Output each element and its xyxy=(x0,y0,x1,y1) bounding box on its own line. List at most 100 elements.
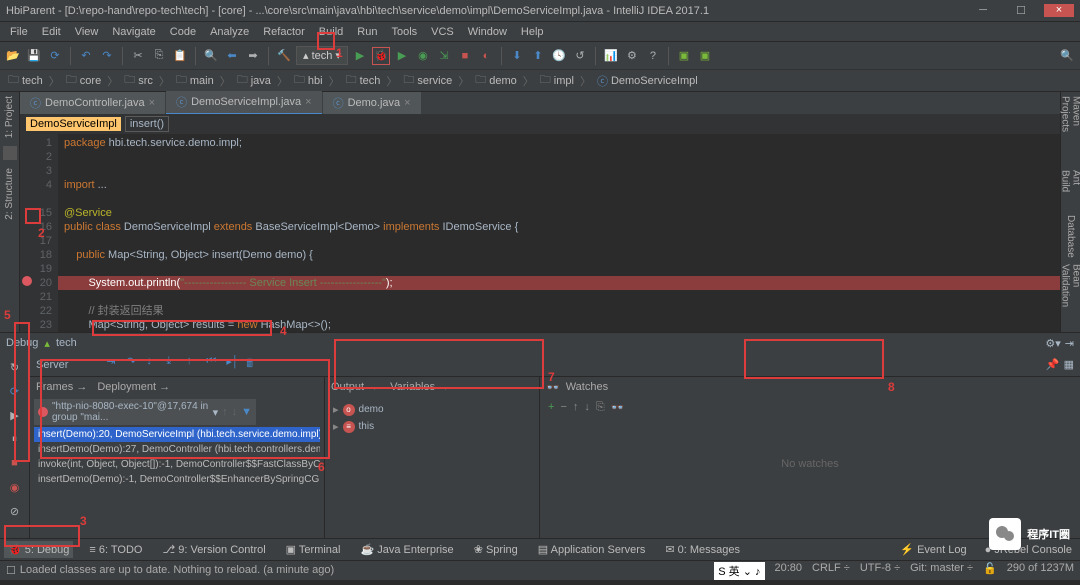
close-button[interactable]: × xyxy=(1044,4,1074,17)
view-breakpoints-icon[interactable]: ◉ xyxy=(5,477,25,497)
frame-item[interactable]: insertDemo(Demo):-1, DemoController$$Enh… xyxy=(34,472,320,487)
breadcrumb-class[interactable]: DemoServiceImpl xyxy=(26,117,121,131)
menu-run[interactable]: Run xyxy=(351,24,383,40)
bottom-tool-applicationservers[interactable]: ▤ Application Servers xyxy=(534,541,650,558)
watch-down-icon[interactable]: ↓ xyxy=(584,401,590,414)
cut-icon[interactable]: ✂ xyxy=(129,47,147,65)
variables-tab[interactable]: Variables → xyxy=(390,381,449,393)
file-encoding[interactable]: UTF-8 ÷ xyxy=(860,562,900,580)
variables-list[interactable]: ▸ o demo▸ ≡ this xyxy=(325,397,539,439)
stop-debug-icon[interactable]: ■ xyxy=(5,453,25,473)
editor-tab[interactable]: ⓒ DemoController.java × xyxy=(20,92,165,114)
copy-watch-icon[interactable]: ⎘ xyxy=(596,401,605,414)
variable-item[interactable]: ▸ o demo xyxy=(333,401,531,418)
refresh-icon[interactable]: ⟳ xyxy=(46,47,64,65)
attach-icon[interactable]: ⇲ xyxy=(435,47,453,65)
nav-crumb[interactable]: 🗀 hbi xyxy=(290,70,327,91)
debug-hide-icon[interactable]: ⇥ xyxy=(1065,337,1074,350)
profile-icon[interactable]: ◉ xyxy=(414,47,432,65)
evaluate-icon[interactable]: 🖩 xyxy=(246,355,262,374)
copy-icon[interactable]: ⎘ xyxy=(150,47,168,65)
pin-icon[interactable]: 📌 xyxy=(1046,358,1060,371)
update-icon[interactable]: ⟳ xyxy=(5,381,25,401)
bean-validation-tool-button[interactable]: Bean Validation xyxy=(1060,264,1080,332)
editor-tab[interactable]: ⓒ Demo.java × xyxy=(323,92,421,114)
menu-navigate[interactable]: Navigate xyxy=(106,24,161,40)
git-branch[interactable]: Git: master ÷ xyxy=(910,562,973,580)
tab-close-icon[interactable]: × xyxy=(305,96,311,108)
menu-tools[interactable]: Tools xyxy=(385,24,423,40)
breadcrumb-method[interactable]: insert() xyxy=(125,116,169,132)
help-icon[interactable]: ? xyxy=(644,47,662,65)
menu-help[interactable]: Help xyxy=(515,24,550,40)
menu-build[interactable]: Build xyxy=(313,24,349,40)
thread-selector[interactable]: "http-nio-8080-exec-10"@17,674 in group … xyxy=(34,399,256,425)
nav-crumb[interactable]: 🗀 demo xyxy=(471,70,521,91)
vcs-update-icon[interactable]: ⬇ xyxy=(508,47,526,65)
nav-crumb[interactable]: 🗀 tech xyxy=(4,70,47,91)
lock-icon[interactable]: 🔓 xyxy=(983,562,997,580)
redo-icon[interactable]: ↷ xyxy=(98,47,116,65)
database-tool-button[interactable]: Database xyxy=(1065,215,1076,258)
line-separator[interactable]: CRLF ÷ xyxy=(812,562,850,580)
menu-refactor[interactable]: Refactor xyxy=(257,24,311,40)
filter-icon[interactable]: ▼ xyxy=(241,406,252,418)
frame-item[interactable]: insert(Demo):20, DemoServiceImpl (hbi.te… xyxy=(34,427,320,442)
mute-breakpoints-icon[interactable]: ⊘ xyxy=(5,501,25,521)
run-icon[interactable]: ▶ xyxy=(351,47,369,65)
settings-icon[interactable]: ⚙ xyxy=(623,47,641,65)
save-icon[interactable]: 💾 xyxy=(25,47,43,65)
bottom-tool-versioncontrol[interactable]: ⎇ 9: Version Control xyxy=(159,541,270,558)
code-text[interactable]: package hbi.tech.service.demo.impl;impor… xyxy=(58,134,1060,332)
next-frame-icon[interactable]: ↓ xyxy=(232,406,238,418)
nav-crumb[interactable]: 🗀 main xyxy=(172,70,218,91)
menu-file[interactable]: File xyxy=(4,24,34,40)
debug-icon[interactable]: 🐞 xyxy=(372,47,390,65)
remove-watch-icon[interactable]: − xyxy=(560,401,566,414)
nav-crumb[interactable]: 🗀 service xyxy=(399,70,456,91)
menu-analyze[interactable]: Analyze xyxy=(204,24,255,40)
add-watch-icon[interactable]: + xyxy=(548,401,554,414)
forward-icon[interactable]: ➡ xyxy=(244,47,262,65)
pause-icon[interactable]: ⏸ xyxy=(5,429,25,449)
caret-position[interactable]: 20:80 xyxy=(775,562,803,580)
nav-crumb[interactable]: 🗀 tech xyxy=(342,70,385,91)
nav-crumb[interactable]: 🗀 core xyxy=(62,70,105,91)
vcs-revert-icon[interactable]: ↺ xyxy=(571,47,589,65)
nav-crumb[interactable]: 🗀 impl xyxy=(536,70,578,91)
tab-close-icon[interactable]: × xyxy=(404,97,410,109)
bottom-tool-debug[interactable]: 🐞 5: Debug xyxy=(4,541,73,558)
run-to-cursor-icon[interactable]: ▸│ xyxy=(226,355,242,374)
jrebel2-icon[interactable]: ▣ xyxy=(696,47,714,65)
bottom-tool-messages[interactable]: ✉ 0: Messages xyxy=(661,541,744,558)
watch-up-icon[interactable]: ↑ xyxy=(573,401,579,414)
show-watches-icon[interactable]: 👓 xyxy=(611,401,625,414)
bottom-tool-javaenterprise[interactable]: ☕ Java Enterprise xyxy=(357,541,458,558)
back-icon[interactable]: ⬅ xyxy=(223,47,241,65)
frame-item[interactable]: invoke(int, Object, Object[]):-1, DemoCo… xyxy=(34,457,320,472)
find-icon[interactable]: 🔍 xyxy=(202,47,220,65)
drop-frame-icon[interactable]: ⏮ xyxy=(206,355,222,374)
build-icon[interactable]: 🔨 xyxy=(275,47,293,65)
vcs-history-icon[interactable]: 🕓 xyxy=(550,47,568,65)
tab-close-icon[interactable]: × xyxy=(149,97,155,109)
bottom-tool-terminal[interactable]: ▣ Terminal xyxy=(282,541,345,558)
structure-icon[interactable]: 📊 xyxy=(602,47,620,65)
structure-tool-icon[interactable] xyxy=(3,146,17,160)
stop-icon[interactable]: ■ xyxy=(456,47,474,65)
maximize-button[interactable]: ☐ xyxy=(1006,4,1036,17)
minimize-button[interactable]: ─ xyxy=(968,4,998,17)
step-out-icon[interactable]: ↑ xyxy=(186,355,202,374)
rerun-icon[interactable]: ↻ xyxy=(5,357,25,377)
editor-tab[interactable]: ⓒ DemoServiceImpl.java × xyxy=(166,91,321,115)
jrebel-icon[interactable]: ▣ xyxy=(675,47,693,65)
menu-code[interactable]: Code xyxy=(164,24,202,40)
step-into-icon[interactable]: ↓ xyxy=(146,355,162,374)
server-tab[interactable]: Server xyxy=(36,359,68,371)
structure-tool-button[interactable]: 2: Structure xyxy=(4,168,15,220)
ant-tool-button[interactable]: Ant Build xyxy=(1060,170,1080,209)
layout-icon[interactable]: ▦ xyxy=(1064,358,1074,371)
undo-icon[interactable]: ↶ xyxy=(77,47,95,65)
gutter[interactable]: 123415161718192021222324252627 xyxy=(20,134,58,332)
frames-list[interactable]: insert(Demo):20, DemoServiceImpl (hbi.te… xyxy=(30,427,324,538)
